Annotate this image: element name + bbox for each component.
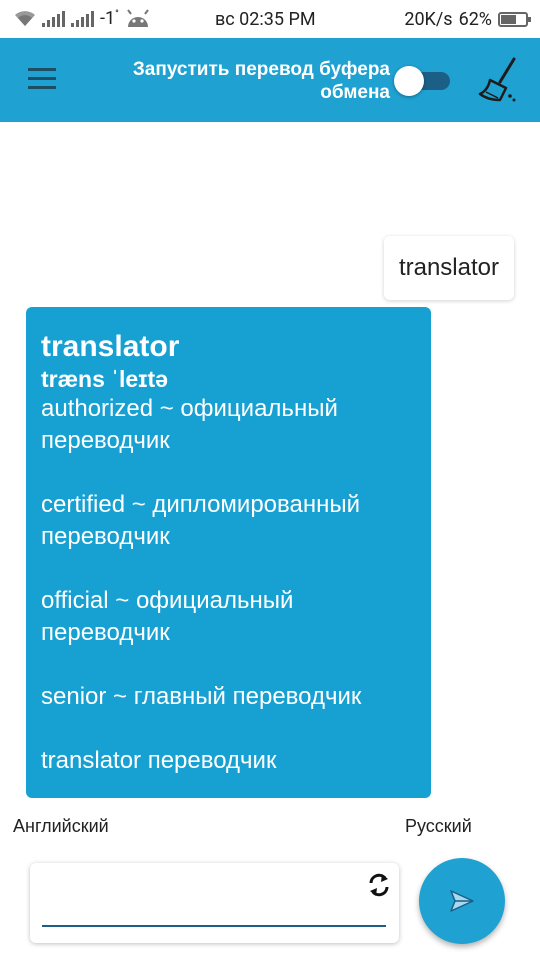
wifi-icon xyxy=(15,10,35,26)
status-right: 20K/s 62% xyxy=(404,9,531,30)
android-icon xyxy=(127,8,149,27)
translate-input-field[interactable] xyxy=(42,891,366,923)
input-underline xyxy=(42,925,386,927)
signal-sim2-icon xyxy=(71,10,94,27)
translation-result-card: translator træns ˈleɪtə authorized ~ офи… xyxy=(26,307,431,798)
translate-input-box xyxy=(30,863,399,943)
status-clock: вс 02:35 PM xyxy=(215,9,316,30)
status-left: -1° xyxy=(14,8,151,29)
broom-icon[interactable] xyxy=(476,56,522,104)
network-speed: 20K/s xyxy=(404,9,453,30)
user-message-bubble: translator xyxy=(383,236,514,300)
battery-percent: 62% xyxy=(458,9,492,30)
result-word: translator xyxy=(41,330,180,363)
app-bar: Запустить перевод буфера обмена xyxy=(0,38,540,122)
battery-icon xyxy=(498,12,531,27)
sim-indicator: -1° xyxy=(100,8,119,29)
result-transcription: træns ˈleɪtə xyxy=(41,366,168,392)
send-icon xyxy=(450,890,474,912)
result-translations: authorized ~ официальный переводчик cert… xyxy=(41,395,362,774)
clipboard-translate-label: Запустить перевод буфера обмена xyxy=(132,59,390,103)
status-bar: -1° вс 02:35 PM 20K/s 62% xyxy=(0,0,540,38)
clipboard-translate-toggle[interactable] xyxy=(394,66,450,96)
send-button[interactable] xyxy=(419,858,505,944)
source-language-selector[interactable]: Английский xyxy=(13,816,109,837)
sim-superscript: ° xyxy=(115,9,119,20)
target-language-selector[interactable]: Русский xyxy=(405,816,472,837)
signal-sim1-icon xyxy=(42,10,65,27)
hamburger-menu-icon[interactable] xyxy=(28,68,56,90)
swap-languages-icon[interactable] xyxy=(365,871,393,899)
